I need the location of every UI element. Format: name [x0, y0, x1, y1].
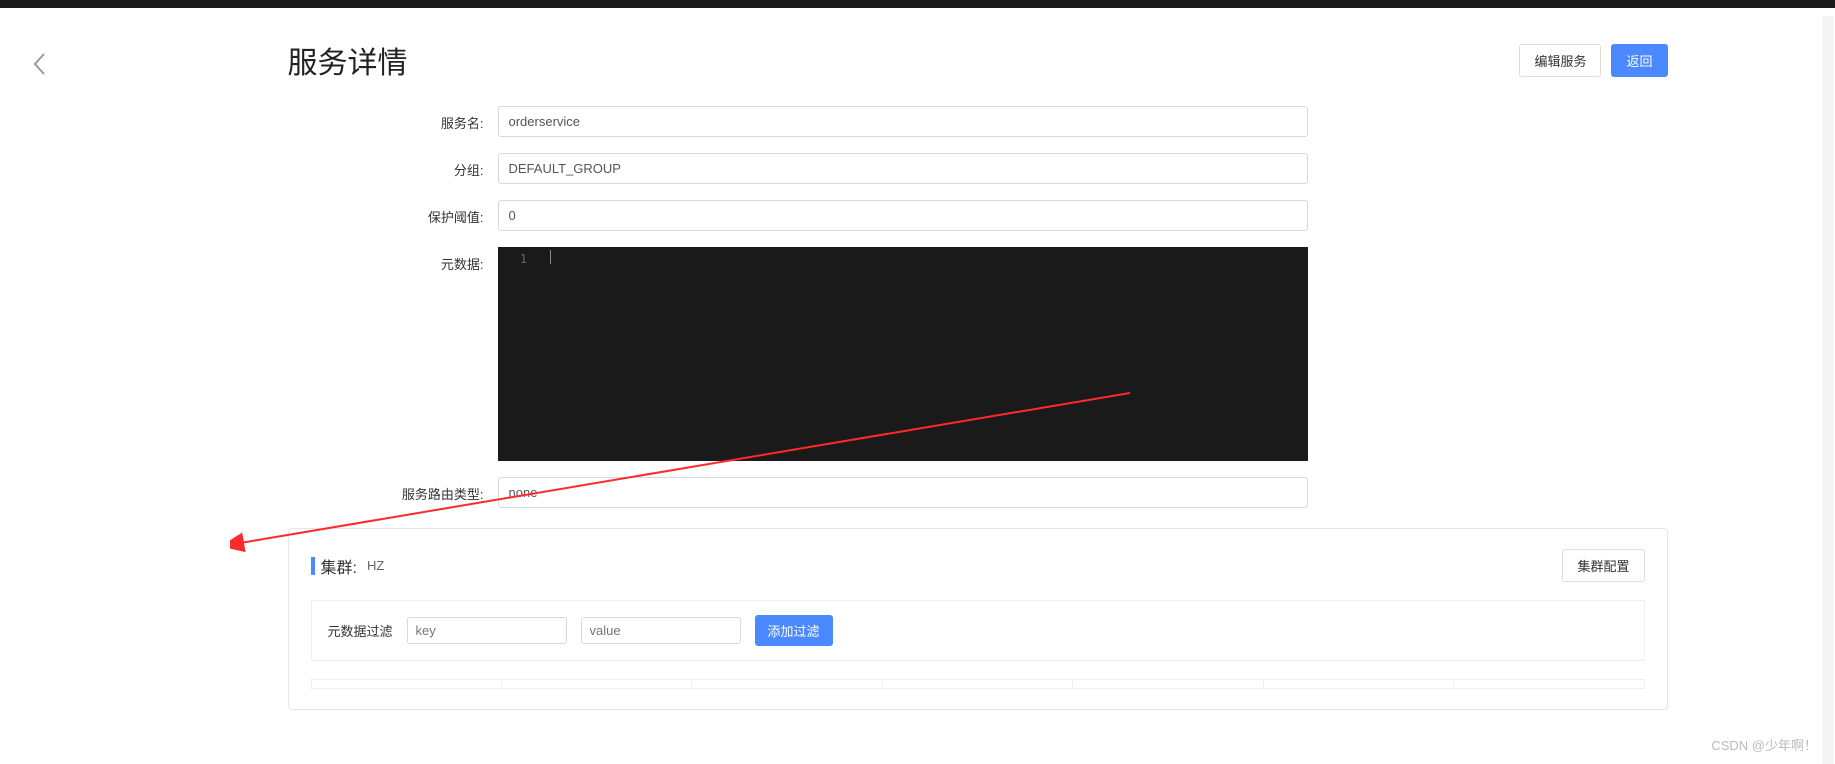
filter-label: 元数据过滤 — [328, 621, 393, 640]
page-title: 服务详情 — [288, 38, 408, 82]
cluster-header: 集群: HZ 集群配置 — [311, 549, 1645, 582]
cluster-card: 集群: HZ 集群配置 元数据过滤 添加过滤 — [288, 528, 1668, 710]
label-service-name: 服务名: — [288, 106, 498, 132]
metadata-code-editor[interactable]: 1 — [498, 247, 1308, 461]
back-chevron-icon[interactable] — [32, 52, 46, 79]
cluster-name: HZ — [367, 558, 384, 573]
input-service-name[interactable] — [498, 106, 1308, 137]
cluster-title-wrap: 集群: HZ — [311, 554, 385, 578]
row-group: 分组: — [288, 153, 1688, 184]
main-content: 服务详情 编辑服务 返回 服务名: 分组: 保护阈值: 元数据: — [148, 8, 1688, 710]
input-group[interactable] — [498, 153, 1308, 184]
line-number-1: 1 — [498, 251, 550, 267]
row-metadata: 元数据: 1 — [288, 247, 1688, 461]
header-row: 服务详情 编辑服务 返回 — [288, 38, 1688, 82]
cluster-accent-bar — [311, 557, 315, 575]
table-header-stub — [311, 679, 1645, 689]
metadata-filter-box: 元数据过滤 添加过滤 — [311, 600, 1645, 661]
label-route-type: 服务路由类型: — [288, 477, 498, 503]
label-group: 分组: — [288, 153, 498, 179]
filter-value-input[interactable] — [581, 617, 741, 644]
input-protect-threshold[interactable] — [498, 200, 1308, 231]
form-area: 服务名: 分组: 保护阈值: 元数据: 1 — [288, 106, 1688, 508]
watermark: CSDN @少年啊！ — [1711, 735, 1817, 754]
code-cursor — [550, 250, 551, 264]
browser-top-bar — [0, 0, 1835, 8]
input-route-type[interactable] — [498, 477, 1308, 508]
row-route-type: 服务路由类型: — [288, 477, 1688, 508]
row-protect-threshold: 保护阈值: — [288, 200, 1688, 231]
code-gutter: 1 — [498, 247, 550, 461]
label-protect-threshold: 保护阈值: — [288, 200, 498, 226]
cluster-label: 集群: — [321, 554, 357, 578]
row-service-name: 服务名: — [288, 106, 1688, 137]
cluster-config-button[interactable]: 集群配置 — [1562, 549, 1644, 582]
header-actions: 编辑服务 返回 — [1519, 44, 1667, 77]
page-wrapper: 服务详情 编辑服务 返回 服务名: 分组: 保护阈值: 元数据: — [0, 8, 1835, 764]
add-filter-button[interactable]: 添加过滤 — [755, 615, 833, 646]
back-button[interactable]: 返回 — [1611, 44, 1667, 77]
label-metadata: 元数据: — [288, 247, 498, 273]
vertical-scrollbar[interactable] — [1822, 16, 1834, 764]
edit-service-button[interactable]: 编辑服务 — [1519, 44, 1601, 77]
filter-key-input[interactable] — [407, 617, 567, 644]
